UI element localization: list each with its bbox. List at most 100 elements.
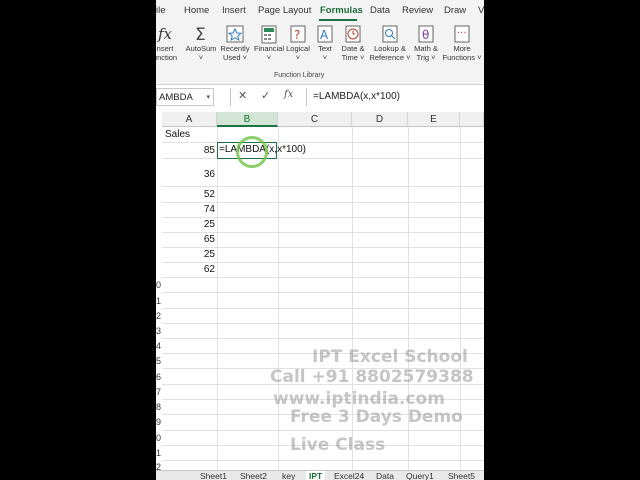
autosum-button[interactable]: Σ AutoSum ˅ [184, 22, 218, 72]
gridline [162, 430, 484, 431]
enter-icon[interactable]: ✓ [261, 89, 270, 102]
gridline [162, 217, 484, 218]
row-number[interactable]: 6 [156, 372, 162, 382]
table-cell[interactable]: 85 [159, 145, 215, 156]
sigma-icon: Σ [195, 25, 206, 44]
tab-view[interactable]: V [478, 5, 484, 16]
more-icon: ··· [454, 25, 470, 43]
formulas-ribbon: fx nsert unction Σ AutoSum ˅ Recently Us… [156, 22, 484, 85]
gridline [162, 247, 484, 248]
name-box-value: AMBDA [159, 92, 193, 103]
financial-button[interactable]: Financial ˅ [252, 22, 286, 72]
svg-text:···: ··· [457, 28, 467, 39]
logical-button[interactable]: ? Logical ˅ [284, 22, 312, 72]
table-cell[interactable]: 25 [159, 249, 215, 260]
svg-text:?: ? [294, 28, 300, 42]
svg-text:fx: fx [157, 25, 173, 43]
row-number[interactable]: 9 [156, 417, 162, 427]
column-header-blank [460, 112, 484, 127]
gridline [162, 158, 484, 159]
gridline [162, 292, 484, 293]
tab-insert[interactable]: Insert [222, 5, 246, 16]
sheet-tab[interactable]: Data [376, 471, 394, 480]
header-cell-sales[interactable]: Sales [165, 129, 190, 140]
sheet-tab-bar: Sheet1 Sheet2 key IPT Excel24 Data Query… [156, 470, 484, 480]
tab-data[interactable]: Data [370, 5, 390, 16]
sheet-tab[interactable]: Excel24 [334, 471, 364, 480]
svg-text:Σ: Σ [195, 25, 206, 44]
column-header-e[interactable]: E [408, 112, 460, 127]
sheet-tab[interactable]: Sheet2 [240, 471, 267, 480]
math-trig-button[interactable]: θ Math & Trig ˅ [410, 22, 442, 72]
row-number[interactable]: 1 [156, 296, 162, 306]
sheet-tab[interactable]: Query1 [406, 471, 434, 480]
formula-bar: AMBDA ▾ ✕ ✓ fx =LAMBDA(x,x*100) [156, 86, 484, 108]
row-number[interactable]: 8 [156, 402, 162, 412]
row-number[interactable]: 0 [156, 280, 162, 290]
gridline [162, 308, 484, 309]
text-icon: A [317, 25, 333, 43]
financial-icon [261, 25, 277, 44]
ribbon-tab-bar: ile Home Insert Page Layout Formulas Dat… [156, 0, 484, 22]
table-cell[interactable]: 25 [159, 219, 215, 230]
function-library-label: Function Library [274, 72, 325, 79]
cancel-icon[interactable]: ✕ [238, 89, 247, 102]
row-number[interactable]: 7 [156, 387, 162, 397]
excel-window: ile Home Insert Page Layout Formulas Dat… [156, 0, 484, 480]
row-number[interactable]: 3 [156, 326, 162, 336]
watermark-line: IPT Excel School [312, 347, 468, 367]
divider [230, 88, 231, 106]
gridline [278, 127, 279, 470]
tab-draw[interactable]: Draw [444, 5, 466, 16]
sheet-tab[interactable]: key [282, 471, 295, 480]
more-functions-button[interactable]: ··· More Functions ˅ [442, 22, 482, 72]
row-number[interactable]: 5 [156, 356, 162, 366]
active-tab-underline [319, 19, 357, 21]
row-number[interactable]: 4 [156, 341, 162, 351]
tab-review[interactable]: Review [402, 5, 433, 16]
table-cell[interactable]: 62 [159, 264, 215, 275]
chevron-down-icon[interactable]: ▾ [206, 89, 210, 107]
tab-formulas[interactable]: Formulas [320, 5, 363, 16]
gridline [217, 127, 218, 470]
sheet-tab[interactable]: Sheet1 [200, 471, 227, 480]
column-header-a[interactable]: A [162, 112, 217, 127]
table-cell[interactable]: 52 [159, 189, 215, 200]
svg-text:A: A [320, 28, 329, 42]
gridline [162, 232, 484, 233]
theta-icon: θ [418, 25, 434, 43]
sheet-tab[interactable]: Sheet5 [448, 471, 475, 480]
lookup-reference-button[interactable]: Lookup & Reference ˅ [368, 22, 412, 72]
gridline [162, 277, 484, 278]
table-cell[interactable]: 36 [159, 169, 215, 180]
row-number[interactable]: 2 [156, 311, 162, 321]
insert-function-button[interactable]: fx nsert unction [156, 22, 180, 72]
svg-text:θ: θ [422, 28, 429, 42]
sheet-tab-active[interactable]: IPT [306, 471, 326, 480]
gridline [162, 186, 484, 187]
recently-used-button[interactable]: Recently Used ˅ [218, 22, 252, 72]
clock-icon [345, 25, 361, 43]
name-box[interactable]: AMBDA ▾ [156, 88, 214, 106]
gridline [162, 262, 484, 263]
column-header-b[interactable]: B [217, 112, 278, 127]
tab-home[interactable]: Home [184, 5, 209, 16]
column-header-d[interactable]: D [352, 112, 408, 127]
gridline [162, 323, 484, 324]
row-number[interactable]: 0 [156, 433, 162, 443]
tab-file[interactable]: ile [156, 5, 166, 16]
watermark-line: Free 3 Days Demo [290, 407, 463, 427]
watermark-line: www.iptindia.com [273, 389, 445, 409]
text-button[interactable]: A Text ˅ [312, 22, 338, 72]
watermark-line: Live Class [290, 435, 386, 455]
gridline [162, 338, 484, 339]
column-header-c[interactable]: C [278, 112, 352, 127]
table-cell[interactable]: 74 [159, 204, 215, 215]
row-number[interactable]: 1 [156, 448, 162, 458]
gridline [162, 142, 484, 143]
formula-input[interactable]: =LAMBDA(x,x*100) [306, 88, 484, 106]
table-cell[interactable]: 65 [159, 234, 215, 245]
insert-function-icon[interactable]: fx [284, 89, 293, 100]
tab-page-layout[interactable]: Page Layout [258, 5, 311, 16]
date-time-button[interactable]: Date & Time ˅ [338, 22, 368, 72]
